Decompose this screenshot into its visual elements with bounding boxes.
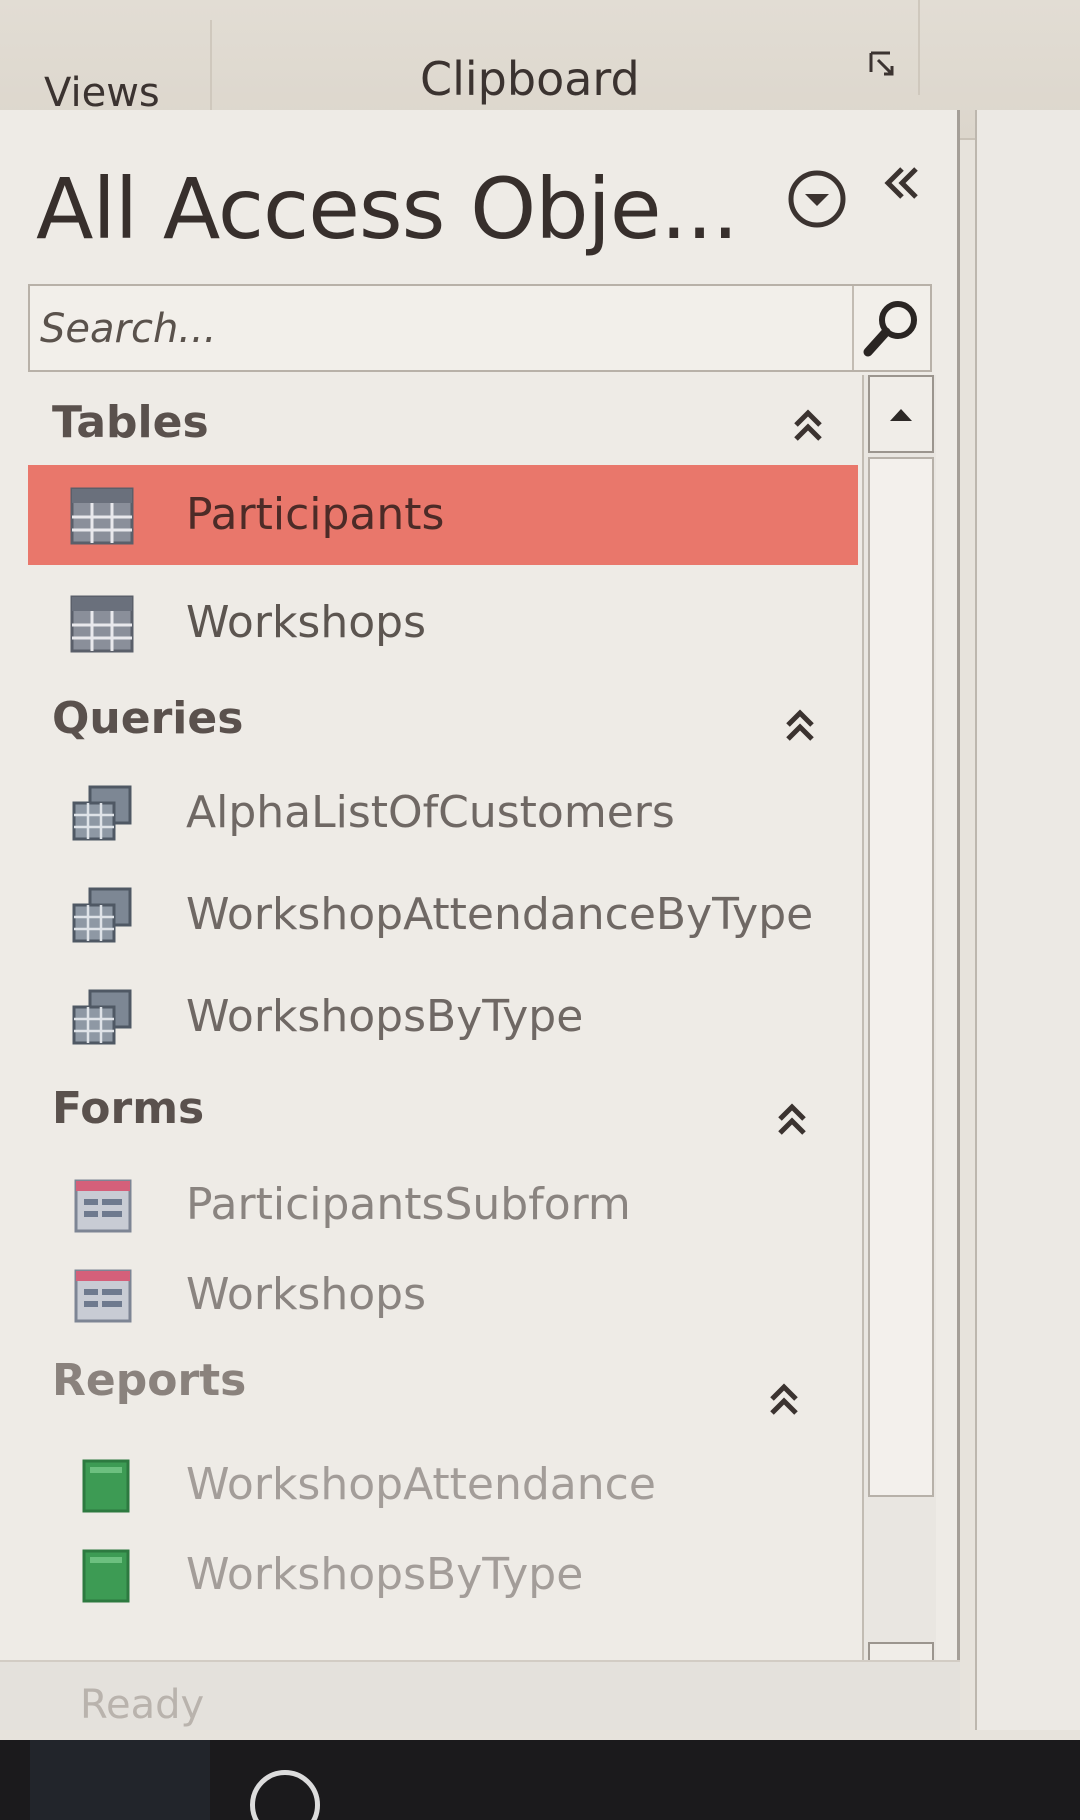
nav-item-workshopattendance-report[interactable]: WorkshopAttendance [28, 1435, 858, 1535]
nav-item-participants-table[interactable]: Participants [28, 465, 858, 565]
query-icon [70, 887, 134, 945]
nav-item-label: AlphaListOfCustomers [186, 787, 675, 838]
report-icon [70, 1547, 134, 1605]
nav-item-workshops-table[interactable]: Workshops [28, 573, 858, 673]
collapse-pane-icon[interactable] [880, 160, 924, 220]
collapse-category-icon[interactable] [788, 403, 828, 447]
nav-item-alphalistofcustomers-query[interactable]: AlphaListOfCustomers [28, 763, 858, 863]
nav-item-label: WorkshopAttendanceByType [186, 889, 814, 940]
scroll-up-button[interactable] [868, 375, 934, 453]
nav-item-label: Workshops [186, 1269, 427, 1320]
collapse-category-icon[interactable] [772, 1097, 812, 1141]
dialog-launcher-icon[interactable] [868, 50, 898, 80]
nav-scrollbar[interactable] [862, 375, 936, 1720]
ribbon-group-clipboard-label: Clipboard [420, 52, 640, 106]
report-icon [70, 1457, 134, 1515]
scroll-thumb[interactable] [868, 457, 934, 1497]
nav-item-label: WorkshopAttendance [186, 1459, 656, 1510]
ribbon-separator [210, 20, 212, 115]
nav-item-label: WorkshopsByType [186, 1549, 584, 1600]
nav-item-label: Participants [186, 489, 445, 540]
chevron-down-icon[interactable] [786, 168, 848, 230]
document-area [975, 110, 1080, 1730]
start-button[interactable] [30, 1740, 210, 1820]
search-icon[interactable] [852, 286, 930, 370]
object-list: Tables Participants Workshops Queries Al… [28, 375, 858, 1635]
nav-item-label: Workshops [186, 597, 427, 648]
collapse-category-icon[interactable] [764, 1377, 804, 1421]
query-icon [70, 989, 134, 1047]
nav-item-label: ParticipantsSubform [186, 1179, 631, 1230]
query-icon [70, 785, 134, 843]
ribbon-separator [918, 0, 920, 95]
nav-item-workshops-form[interactable]: Workshops [28, 1245, 858, 1345]
nav-item-workshopattendancebytype-query[interactable]: WorkshopAttendanceByType [28, 865, 858, 965]
form-icon [70, 1177, 134, 1235]
form-icon [70, 1267, 134, 1325]
nav-item-label: WorkshopsByType [186, 991, 584, 1042]
category-header-queries[interactable]: Queries [52, 693, 243, 744]
nav-pane-title[interactable]: All Access Obje... [36, 160, 739, 258]
nav-item-participantssubform-form[interactable]: ParticipantsSubform [28, 1155, 858, 1255]
nav-item-workshopsbytype-report[interactable]: WorkshopsByType [28, 1525, 858, 1625]
category-header-tables[interactable]: Tables [52, 397, 209, 448]
collapse-category-icon[interactable] [780, 703, 820, 747]
category-header-forms[interactable]: Forms [52, 1083, 204, 1134]
table-icon [70, 487, 134, 545]
search-input[interactable] [40, 296, 860, 362]
status-text: Ready [80, 1682, 205, 1728]
table-icon [70, 595, 134, 653]
nav-search-box [28, 284, 932, 372]
nav-item-workshopsbytype-query[interactable]: WorkshopsByType [28, 967, 858, 1067]
category-header-reports[interactable]: Reports [52, 1355, 246, 1406]
